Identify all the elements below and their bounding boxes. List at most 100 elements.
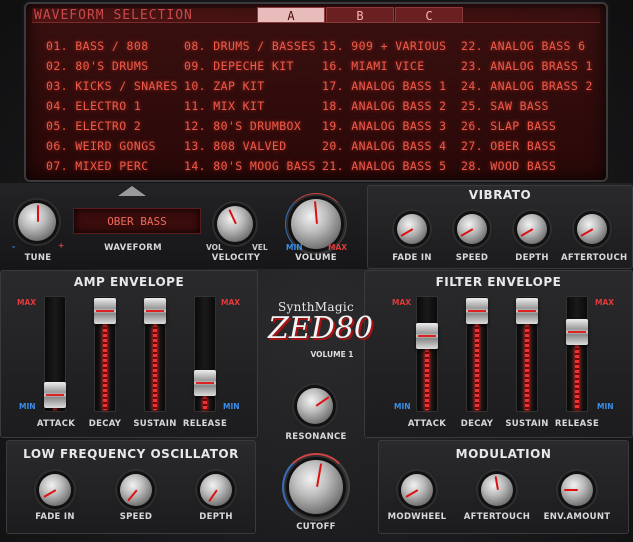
tab-a[interactable]: A [257,7,325,23]
filter-attack-slider-fill [425,349,429,410]
filter-max: MAX [392,298,412,307]
waveform-item[interactable]: 13. 808 VALVED [184,136,322,156]
vibrato-speed-label: SPEED [455,253,489,263]
waveform-item[interactable]: 21. ANALOG BASS 5 [322,156,460,176]
waveform-item[interactable]: 19. ANALOG BASS 3 [322,116,460,136]
waveform-column-4: 22. ANALOG BASS 6 23. ANALOG BRASS 1 24.… [461,36,599,176]
amp-sustain-slider-thumb[interactable] [144,297,166,324]
lfo-speed-knob[interactable] [120,474,152,506]
tune-minus: - [12,242,16,251]
vibrato-aftertouch-label: AFTERTOUCH [561,253,628,263]
mod-modwheel-label: MODWHEEL [387,512,447,522]
mod-env-amount-label: ENV.AMOUNT [543,512,611,522]
velocity-label: VELOCITY [211,253,261,263]
waveform-item[interactable]: 20. ANALOG BASS 4 [322,136,460,156]
filter-max-right: MAX [595,298,615,307]
filter-sustain-slider-thumb[interactable] [516,297,538,324]
waveform-item[interactable]: 27. OBER BASS [461,136,599,156]
volume-knob[interactable] [291,199,341,249]
waveform-item[interactable]: 14. 80'S MOOG BASS [184,156,322,176]
display-toggle-arrow-icon[interactable] [118,186,146,196]
filter-release-slider-fill [575,344,579,410]
waveform-column-1: 01. BASS / 808 02. 80'S DRUMS 03. KICKS … [46,36,184,176]
waveform-item[interactable]: 15. 909 + VARIOUS [322,36,460,56]
velocity-knob[interactable] [217,206,253,242]
velocity-vel: VEL [252,243,268,252]
filter-decay-slider-thumb[interactable] [466,297,488,324]
mod-env-amount-knob[interactable] [561,474,593,506]
waveform-item[interactable]: 24. ANALOG BRASS 2 [461,76,599,96]
filter-min: MIN [394,402,411,411]
resonance-knob[interactable] [297,388,333,424]
waveform-item[interactable]: 16. MIAMI VICE [322,56,460,76]
waveform-item[interactable]: 17. ANALOG BASS 1 [322,76,460,96]
waveform-item[interactable]: 12. 80'S DRUMBOX [184,116,322,136]
mod-modwheel-knob[interactable] [401,474,433,506]
tune-knob[interactable] [18,203,56,241]
waveform-item[interactable]: 28. WOOD BASS [461,156,599,176]
vibrato-aftertouch-knob[interactable] [577,214,607,244]
waveform-item[interactable]: 05. ELECTRO 2 [46,116,184,136]
filter-attack-slider-thumb[interactable] [416,323,438,349]
waveform-column-2: 08. DRUMS / BASSES 09. DEPECHE KIT 10. Z… [184,36,322,176]
vibrato-fade-in-knob[interactable] [397,214,427,244]
lfo-title: LOW FREQUENCY OSCILLATOR [23,447,239,461]
vibrato-depth-label: DEPTH [515,253,549,263]
tab-b[interactable]: B [326,7,394,23]
mod-aftertouch-label: AFTERTOUCH [463,512,531,522]
waveform-label: WAVEFORM [104,243,162,253]
amp-release-slider-thumb[interactable] [194,369,216,396]
amp-sustain-slider-fill [153,323,157,410]
tab-c[interactable]: C [395,7,463,23]
waveform-item[interactable]: 09. DEPECHE KIT [184,56,322,76]
filter-release-slider-thumb[interactable] [566,318,588,345]
waveform-item[interactable]: 02. 80'S DRUMS [46,56,184,76]
waveform-item[interactable]: 08. DRUMS / BASSES [184,36,322,56]
lfo-fade-in-knob[interactable] [39,474,71,506]
filter-release-label: RELEASE [554,419,600,429]
waveform-item[interactable]: 11. MIX KIT [184,96,322,116]
waveform-item[interactable]: 23. ANALOG BRASS 1 [461,56,599,76]
waveform-item[interactable]: 01. BASS / 808 [46,36,184,56]
amp-decay-label: DECAY [88,419,122,429]
amp-decay-slider-thumb[interactable] [94,297,116,324]
volume-max: MAX [328,243,348,252]
waveform-item[interactable]: 25. SAW BASS [461,96,599,116]
waveform-column-3: 15. 909 + VARIOUS 16. MIAMI VICE 17. ANA… [322,36,460,176]
model-logo: ZED80 [268,311,373,346]
waveform-item[interactable]: 07. MIXED PERC [46,156,184,176]
amp-decay-slider-fill [103,323,107,410]
amp-attack-slider-thumb[interactable] [44,381,66,408]
amp-max-right: MAX [221,298,241,307]
volume-label: VOLUME [295,253,337,263]
waveform-item[interactable]: 04. ELECTRO 1 [46,96,184,116]
amp-attack-label: ATTACK [36,419,76,429]
waveform-item[interactable]: 22. ANALOG BASS 6 [461,36,599,56]
amp-release-label: RELEASE [182,419,228,429]
waveform-item[interactable]: 03. KICKS / SNARES [46,76,184,96]
mod-aftertouch-knob[interactable] [481,474,513,506]
cutoff-label: CUTOFF [296,522,336,532]
vibrato-title: VIBRATO [468,188,532,202]
lfo-depth-knob[interactable] [200,474,232,506]
vibrato-fade-in-label: FADE IN [392,253,432,263]
cutoff-knob[interactable] [289,460,343,514]
filter-min-right: MIN [597,402,614,411]
filter-envelope-panel [364,270,633,438]
waveform-item[interactable]: 18. ANALOG BASS 2 [322,96,460,116]
amp-envelope-title: AMP ENVELOPE [73,275,185,289]
volume-min: MIN [286,243,303,252]
vibrato-depth-knob[interactable] [517,214,547,244]
vibrato-speed-knob[interactable] [457,214,487,244]
tune-plus: + [58,241,65,250]
amp-max: MAX [17,298,37,307]
tune-label: TUNE [24,253,52,263]
filter-decay-label: DECAY [460,419,494,429]
waveform-select-display[interactable]: OBER BASS [73,208,201,234]
amp-sustain-label: SUSTAIN [133,419,177,429]
filter-envelope-title: FILTER ENVELOPE [435,275,562,289]
waveform-item[interactable]: 26. SLAP BASS [461,116,599,136]
waveform-item[interactable]: 10. ZAP KIT [184,76,322,96]
waveform-item[interactable]: 06. WEIRD GONGS [46,136,184,156]
amp-attack-slider-fill [53,407,57,410]
